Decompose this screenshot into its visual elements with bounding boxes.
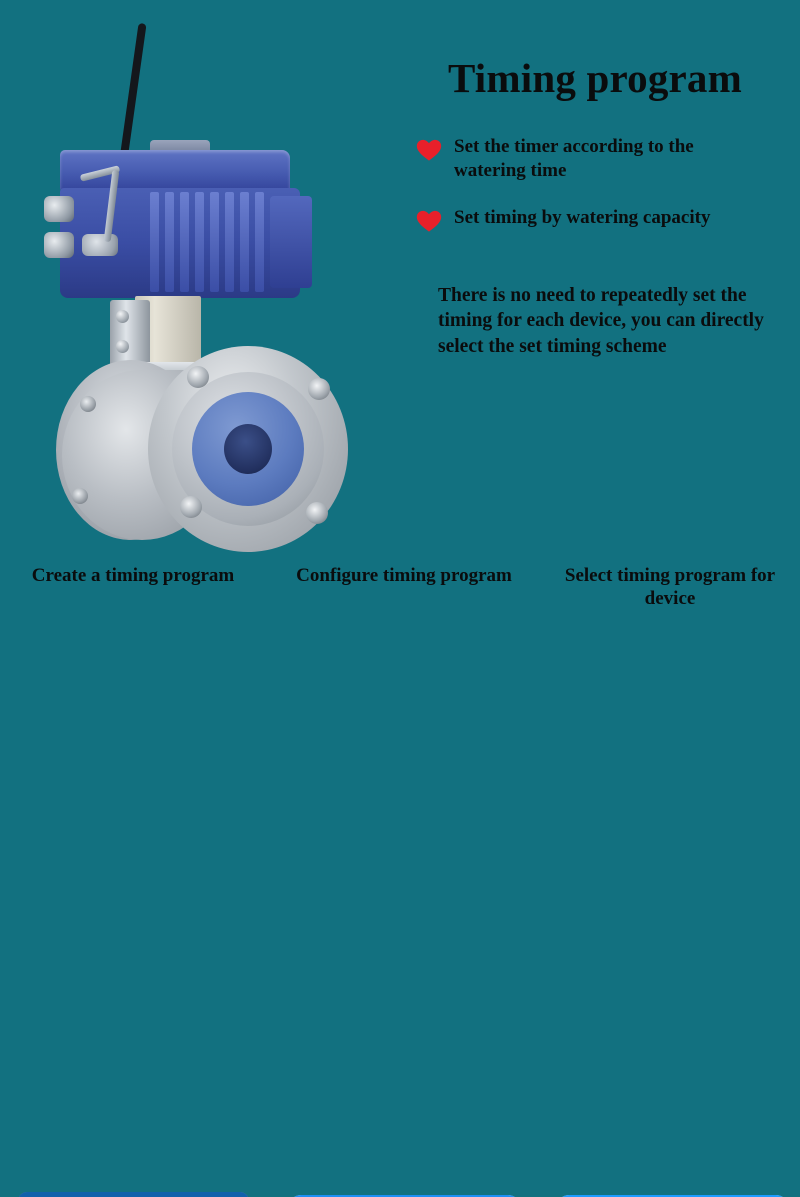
stem-bolt <box>116 310 129 323</box>
hero-note: There is no need to repeatedly set the t… <box>438 284 764 358</box>
actuator-fins <box>150 192 275 292</box>
page-title: Timing program <box>447 55 742 101</box>
product-image <box>20 10 400 555</box>
step-title-3: Select timing program for device <box>564 565 776 610</box>
flange-bolt-hole <box>308 378 330 400</box>
valve-bore <box>224 424 272 474</box>
hero-bullet-text: Set the timer according to the watering … <box>454 136 694 182</box>
steps-section: Create a timing program Configure timing… <box>0 560 800 1197</box>
hero-bullet-item: Set timing by watering capacity <box>416 206 792 233</box>
hero-section: Timing program Set the timer according t… <box>0 0 800 560</box>
cable-gland <box>82 234 118 256</box>
step-titles: Create a timing program Configure timing… <box>0 564 800 624</box>
flange-bolt-hole <box>80 396 96 412</box>
cable-gland <box>44 232 74 258</box>
flange-bolt-hole <box>306 502 328 524</box>
hero-bullet-item: Set the timer according to the watering … <box>416 135 792 184</box>
antenna-icon <box>118 22 147 171</box>
hero-bullet-text: Set timing by watering capacity <box>454 206 711 228</box>
heart-icon <box>416 210 442 232</box>
navbar: ‹ Timing Program <box>18 1192 249 1197</box>
step-title-1: Create a timing program <box>31 565 235 586</box>
flange-bolt-hole <box>72 488 88 504</box>
cable-gland <box>44 196 74 222</box>
hero-text-column: Timing program Set the timer according t… <box>398 55 792 360</box>
flange-bolt-hole <box>180 496 202 518</box>
step-title-2: Configure timing program <box>296 565 512 586</box>
heart-icon <box>416 139 442 161</box>
phone-screen-create-plan: ‹ Timing Program Timing Plan 3 › Timing … <box>18 1192 249 1197</box>
hero-bullet-list: Set the timer according to the watering … <box>398 135 792 233</box>
actuator-cap <box>270 196 312 288</box>
stem-bolt <box>116 340 129 353</box>
page-root: Timing program Set the timer according t… <box>0 0 800 1197</box>
flange-bolt-hole <box>187 366 209 388</box>
valve-illustration <box>20 10 400 555</box>
